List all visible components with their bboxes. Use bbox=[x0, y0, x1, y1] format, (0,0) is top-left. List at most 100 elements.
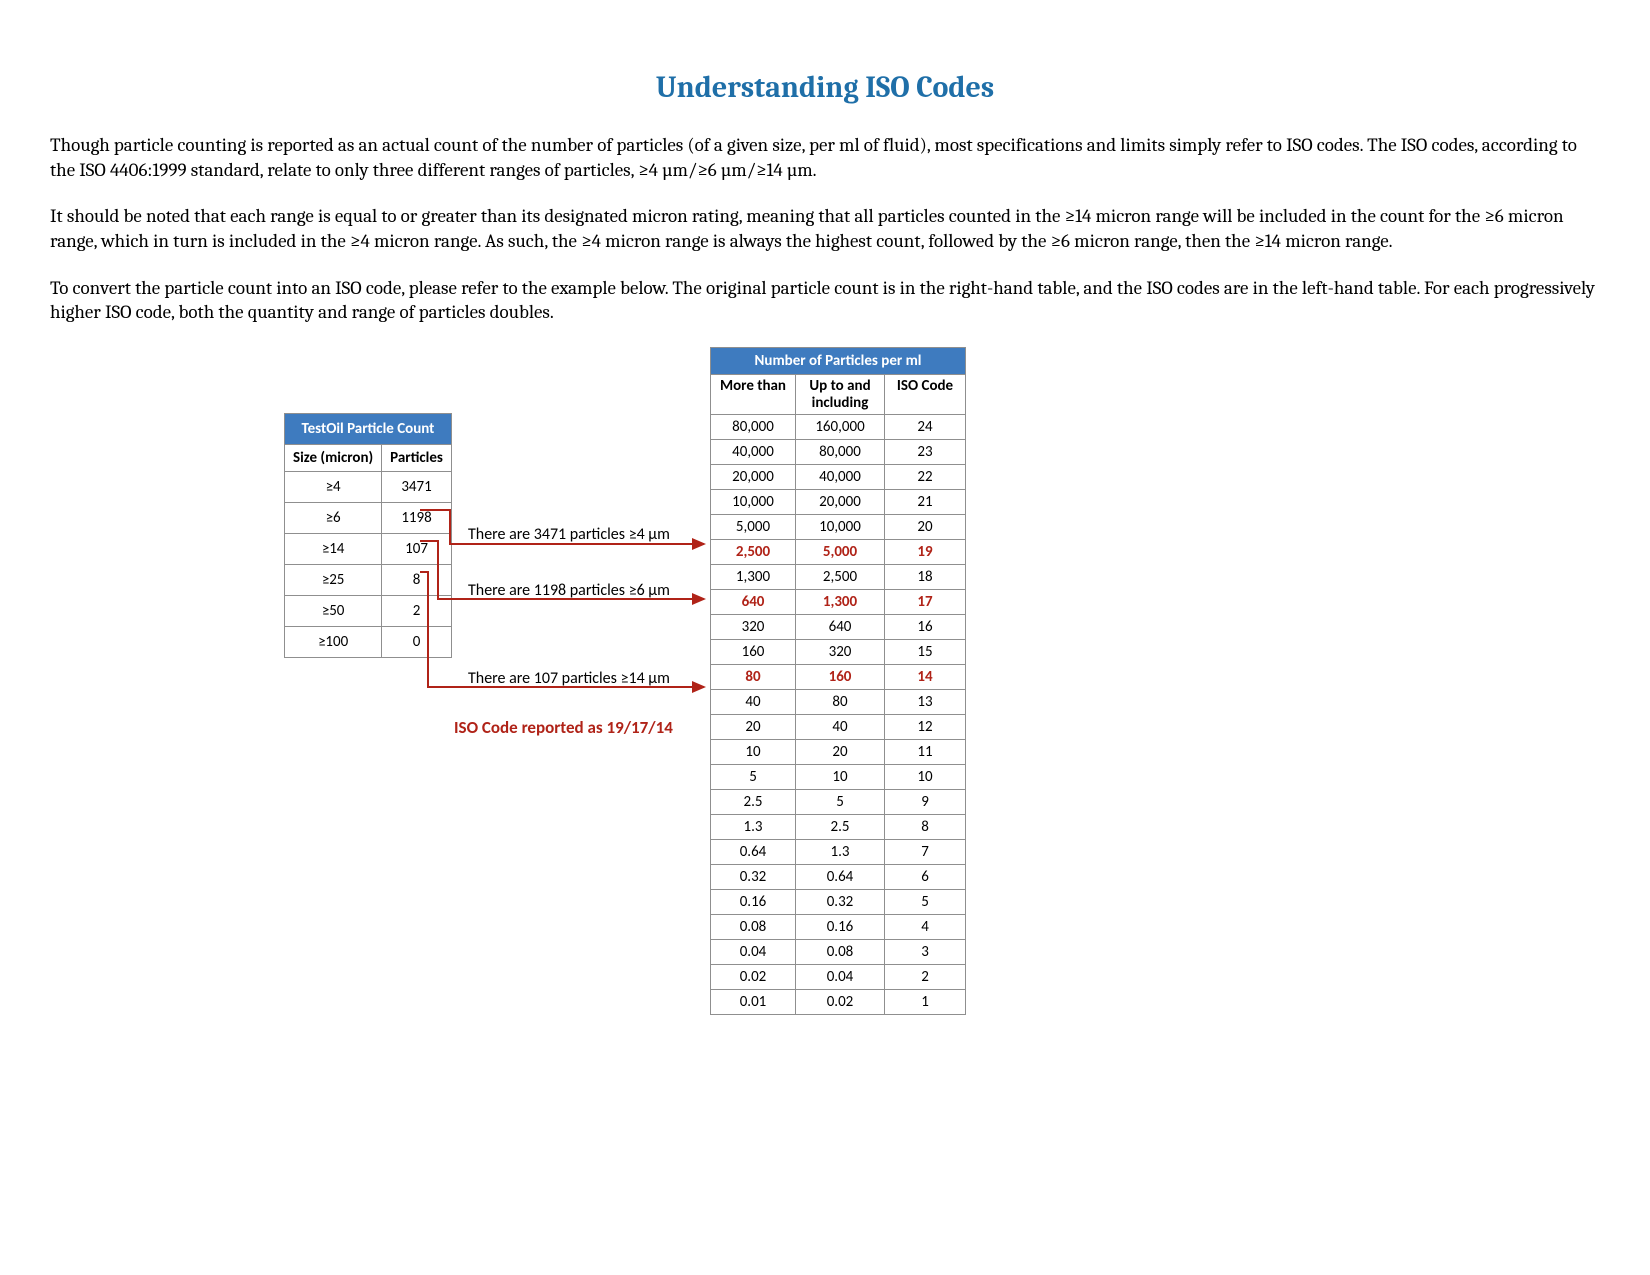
right-cell-more: 0.16 bbox=[711, 890, 796, 915]
right-cell-more: 40,000 bbox=[711, 440, 796, 465]
table-row: 0.040.083 bbox=[711, 940, 966, 965]
right-cell-iso: 21 bbox=[885, 490, 966, 515]
right-cell-upto: 1,300 bbox=[796, 590, 885, 615]
right-cell-upto: 40,000 bbox=[796, 465, 885, 490]
right-cell-more: 160 bbox=[711, 640, 796, 665]
document-page: Understanding ISO Codes Though particle … bbox=[0, 0, 1650, 1227]
annotation-ge6: There are 1198 particles ≥6 µm bbox=[468, 581, 670, 600]
right-cell-upto: 10,000 bbox=[796, 515, 885, 540]
table-row: 51010 bbox=[711, 765, 966, 790]
table-row: 2.559 bbox=[711, 790, 966, 815]
table-row: 2,5005,00019 bbox=[711, 540, 966, 565]
left-cell-particles: 8 bbox=[382, 565, 452, 596]
right-cell-more: 10 bbox=[711, 740, 796, 765]
left-cell-particles: 2 bbox=[382, 596, 452, 627]
table-row: 32064016 bbox=[711, 615, 966, 640]
right-cell-iso: 11 bbox=[885, 740, 966, 765]
right-cell-upto: 40 bbox=[796, 715, 885, 740]
right-cell-more: 2.5 bbox=[711, 790, 796, 815]
iso-code-lookup-table: Number of Particles per ml More than Up … bbox=[710, 347, 966, 1015]
right-cell-upto: 0.16 bbox=[796, 915, 885, 940]
right-cell-more: 20 bbox=[711, 715, 796, 740]
right-cell-iso: 24 bbox=[885, 415, 966, 440]
right-table-title: Number of Particles per ml bbox=[711, 348, 966, 375]
table-row: 1.32.58 bbox=[711, 815, 966, 840]
iso-code-reported-label: ISO Code reported as 19/17/14 bbox=[454, 717, 673, 738]
right-cell-upto: 20,000 bbox=[796, 490, 885, 515]
table-row: 0.641.37 bbox=[711, 840, 966, 865]
right-cell-upto: 5 bbox=[796, 790, 885, 815]
right-cell-more: 320 bbox=[711, 615, 796, 640]
right-cell-more: 80,000 bbox=[711, 415, 796, 440]
table-row: 0.320.646 bbox=[711, 865, 966, 890]
table-row: 1,3002,50018 bbox=[711, 565, 966, 590]
left-cell-size: ≥25 bbox=[285, 565, 382, 596]
table-row: 102011 bbox=[711, 740, 966, 765]
right-cell-iso: 10 bbox=[885, 765, 966, 790]
right-cell-iso: 1 bbox=[885, 990, 966, 1015]
right-cell-iso: 16 bbox=[885, 615, 966, 640]
table-row: 10,00020,00021 bbox=[711, 490, 966, 515]
table-row: ≥43471 bbox=[285, 472, 452, 503]
right-cell-more: 10,000 bbox=[711, 490, 796, 515]
right-cell-iso: 22 bbox=[885, 465, 966, 490]
table-row: 204012 bbox=[711, 715, 966, 740]
table-row: 0.010.021 bbox=[711, 990, 966, 1015]
left-col-size-header: Size (micron) bbox=[285, 445, 382, 472]
right-cell-iso: 20 bbox=[885, 515, 966, 540]
right-col-iso-header: ISO Code bbox=[885, 375, 966, 415]
right-cell-more: 5 bbox=[711, 765, 796, 790]
right-cell-upto: 160,000 bbox=[796, 415, 885, 440]
right-cell-more: 640 bbox=[711, 590, 796, 615]
right-cell-upto: 20 bbox=[796, 740, 885, 765]
left-cell-size: ≥6 bbox=[285, 503, 382, 534]
intro-paragraph-3: To convert the particle count into an IS… bbox=[50, 276, 1600, 325]
right-cell-more: 1,300 bbox=[711, 565, 796, 590]
left-cell-particles: 107 bbox=[382, 534, 452, 565]
right-cell-upto: 0.08 bbox=[796, 940, 885, 965]
left-cell-size: ≥100 bbox=[285, 627, 382, 658]
right-cell-more: 1.3 bbox=[711, 815, 796, 840]
table-row: 20,00040,00022 bbox=[711, 465, 966, 490]
right-cell-iso: 15 bbox=[885, 640, 966, 665]
right-cell-upto: 2,500 bbox=[796, 565, 885, 590]
table-row: 0.160.325 bbox=[711, 890, 966, 915]
right-cell-upto: 5,000 bbox=[796, 540, 885, 565]
right-cell-more: 20,000 bbox=[711, 465, 796, 490]
right-cell-more: 0.64 bbox=[711, 840, 796, 865]
right-cell-iso: 6 bbox=[885, 865, 966, 890]
right-cell-more: 0.01 bbox=[711, 990, 796, 1015]
intro-paragraph-1: Though particle counting is reported as … bbox=[50, 133, 1600, 182]
right-cell-upto: 1.3 bbox=[796, 840, 885, 865]
table-row: ≥14107 bbox=[285, 534, 452, 565]
left-table-title: TestOil Particle Count bbox=[285, 414, 452, 445]
right-cell-iso: 4 bbox=[885, 915, 966, 940]
right-cell-iso: 5 bbox=[885, 890, 966, 915]
right-cell-iso: 13 bbox=[885, 690, 966, 715]
table-row: ≥1000 bbox=[285, 627, 452, 658]
right-cell-more: 0.02 bbox=[711, 965, 796, 990]
right-cell-more: 0.32 bbox=[711, 865, 796, 890]
annotation-ge14: There are 107 particles ≥14 µm bbox=[468, 669, 670, 688]
right-cell-more: 40 bbox=[711, 690, 796, 715]
right-cell-upto: 640 bbox=[796, 615, 885, 640]
right-cell-iso: 12 bbox=[885, 715, 966, 740]
page-title: Understanding ISO Codes bbox=[50, 70, 1600, 105]
right-cell-upto: 80 bbox=[796, 690, 885, 715]
right-cell-upto: 10 bbox=[796, 765, 885, 790]
right-col-upto-header: Up to and including bbox=[796, 375, 885, 415]
table-row: ≥502 bbox=[285, 596, 452, 627]
right-cell-upto: 320 bbox=[796, 640, 885, 665]
right-cell-more: 2,500 bbox=[711, 540, 796, 565]
right-cell-upto: 0.04 bbox=[796, 965, 885, 990]
right-cell-iso: 8 bbox=[885, 815, 966, 840]
left-cell-particles: 1198 bbox=[382, 503, 452, 534]
right-cell-upto: 0.64 bbox=[796, 865, 885, 890]
right-col-more-header: More than bbox=[711, 375, 796, 415]
right-cell-iso: 9 bbox=[885, 790, 966, 815]
table-row: 0.080.164 bbox=[711, 915, 966, 940]
right-cell-iso: 7 bbox=[885, 840, 966, 865]
right-cell-iso: 2 bbox=[885, 965, 966, 990]
right-cell-iso: 17 bbox=[885, 590, 966, 615]
right-cell-more: 5,000 bbox=[711, 515, 796, 540]
